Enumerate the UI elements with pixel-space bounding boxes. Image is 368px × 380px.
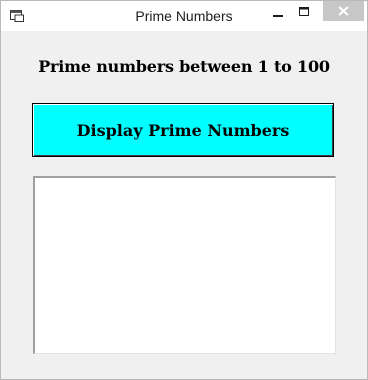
minimize-button[interactable] [265,1,291,23]
app-window: Prime Numbers Prime numbers between 1 to… [0,0,368,380]
close-button[interactable] [323,1,364,21]
minimize-icon [273,15,283,17]
form-heading: Prime numbers between 1 to 100 [38,57,330,76]
form-client-area: Prime numbers between 1 to 100 Display P… [8,31,360,372]
close-icon [338,6,349,16]
title-bar[interactable]: Prime Numbers [1,1,367,31]
maximize-icon [299,7,309,16]
display-prime-numbers-button[interactable]: Display Prime Numbers [32,103,334,157]
prime-numbers-listbox[interactable] [33,176,336,354]
maximize-button[interactable] [291,1,317,23]
